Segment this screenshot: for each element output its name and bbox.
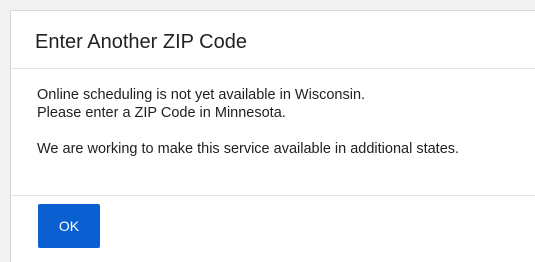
expansion-message: We are working to make this service avai… (37, 141, 460, 157)
ok-button[interactable]: OK (38, 204, 100, 248)
dialog-footer: OK (11, 196, 535, 248)
dialog-header: Enter Another ZIP Code (11, 11, 535, 69)
dialog-body: Online scheduling is not yet available i… (11, 69, 535, 196)
availability-message: Online scheduling is not yet available i… (37, 87, 366, 103)
dialog-title: Enter Another ZIP Code (35, 31, 247, 53)
zip-code-dialog: Enter Another ZIP Code Online scheduling… (10, 10, 535, 262)
minnesota-zip-instruction: Please enter a ZIP Code in Minnesota. (37, 105, 286, 121)
